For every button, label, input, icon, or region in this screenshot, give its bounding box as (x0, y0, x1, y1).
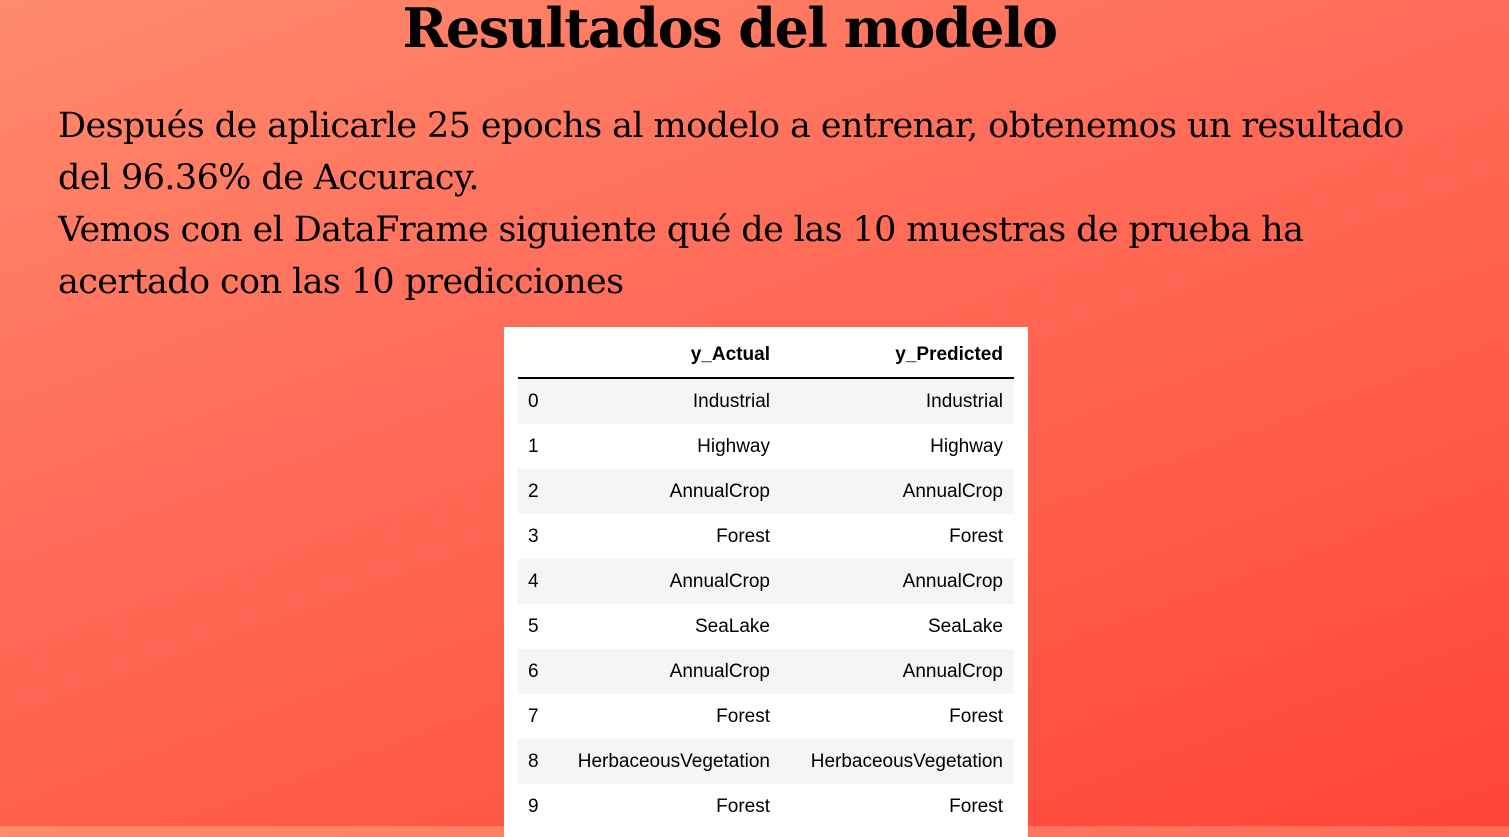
table-row: 9 Forest Forest (518, 784, 1014, 829)
row-index: 4 (528, 570, 539, 592)
row-index: 0 (528, 390, 539, 412)
y-actual-cell: Industrial (692, 390, 770, 412)
y-predicted-cell: HerbaceousVegetation (810, 750, 1003, 772)
row-index: 6 (528, 660, 539, 682)
y-actual-cell: Highway (697, 435, 770, 457)
y-predicted-cell: Forest (949, 795, 1003, 817)
y-actual-cell: Forest (716, 705, 770, 727)
y-predicted-cell: AnnualCrop (902, 480, 1003, 502)
y-actual-column-header: y_Actual (548, 333, 781, 379)
row-index: 9 (528, 795, 539, 817)
table-row: 6 AnnualCrop AnnualCrop (518, 649, 1014, 694)
table-row: 8 HerbaceousVegetation HerbaceousVegetat… (518, 739, 1014, 784)
y-actual-cell: Forest (716, 795, 770, 817)
y-actual-cell: AnnualCrop (669, 660, 770, 682)
y-actual-cell: HerbaceousVegetation (577, 750, 770, 772)
row-index: 3 (528, 525, 539, 547)
y-actual-cell: AnnualCrop (669, 570, 770, 592)
y-predicted-cell: Industrial (925, 390, 1003, 412)
body-text: Después de aplicarle 25 epochs al modelo… (58, 100, 1458, 308)
table-row: 7 Forest Forest (518, 694, 1014, 739)
y-actual-cell: Forest (716, 525, 770, 547)
row-index: 1 (528, 435, 539, 457)
dataframe-description-paragraph: Vemos con el DataFrame siguiente qué de … (58, 210, 1304, 302)
table-row: 3 Forest Forest (518, 514, 1014, 559)
row-index: 8 (528, 750, 539, 772)
y-predicted-cell: SeaLake (927, 615, 1003, 637)
y-predicted-cell: Highway (930, 435, 1003, 457)
accuracy-paragraph: Después de aplicarle 25 epochs al modelo… (58, 106, 1404, 198)
table-row: 2 AnnualCrop AnnualCrop (518, 469, 1014, 514)
row-index: 2 (528, 480, 539, 502)
table-row: 4 AnnualCrop AnnualCrop (518, 559, 1014, 604)
y-predicted-cell: Forest (949, 525, 1003, 547)
slide-title: Resultados del modelo (402, 0, 1058, 60)
dataframe-panel: y_Actual y_Predicted 0 Industrial Indust… (504, 327, 1028, 837)
index-column-header (518, 333, 548, 379)
row-index: 5 (528, 615, 539, 637)
table-row: 1 Highway Highway (518, 424, 1014, 469)
dataframe-table: y_Actual y_Predicted 0 Industrial Indust… (518, 333, 1014, 829)
row-index: 7 (528, 705, 539, 727)
y-predicted-cell: Forest (949, 705, 1003, 727)
y-actual-cell: AnnualCrop (669, 480, 770, 502)
y-actual-cell: SeaLake (694, 615, 770, 637)
y-predicted-cell: AnnualCrop (902, 660, 1003, 682)
table-row: 0 Industrial Industrial (518, 378, 1014, 424)
y-predicted-column-header: y_Predicted (781, 333, 1014, 379)
table-row: 5 SeaLake SeaLake (518, 604, 1014, 649)
table-header-row: y_Actual y_Predicted (518, 333, 1014, 379)
y-predicted-cell: AnnualCrop (902, 570, 1003, 592)
